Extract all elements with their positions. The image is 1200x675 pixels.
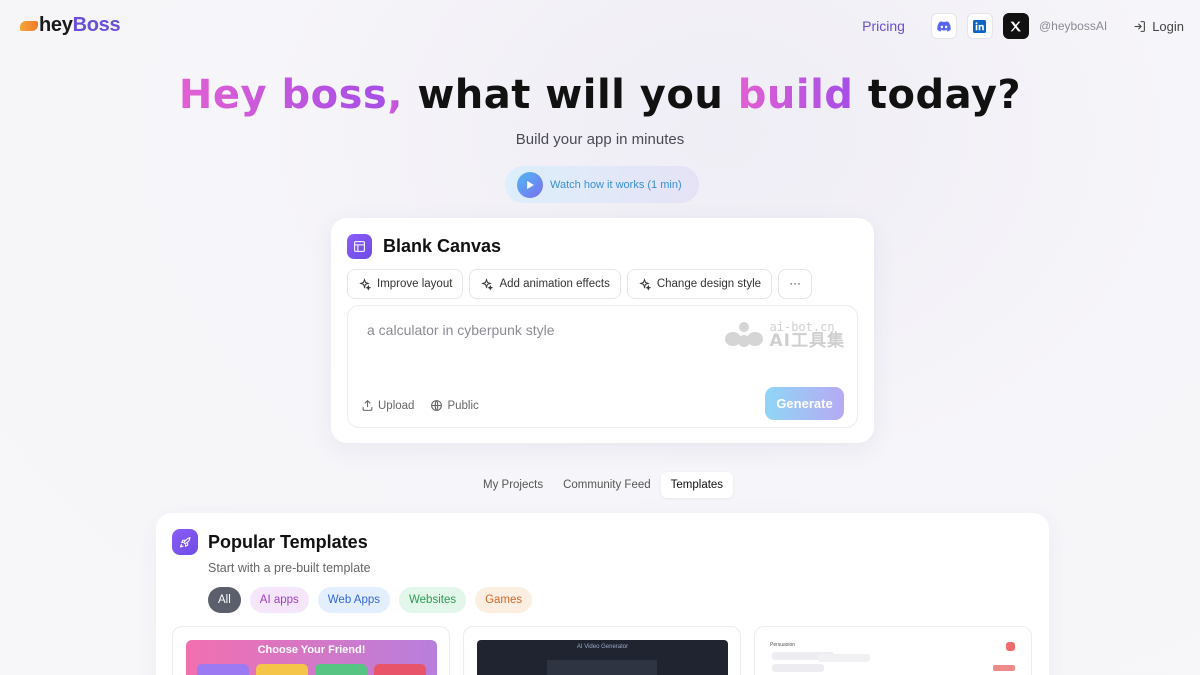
preview-card [197, 664, 249, 675]
discord-icon[interactable] [930, 13, 957, 39]
hero-title-highlight: Hey boss [178, 72, 388, 118]
globe-icon [431, 400, 443, 411]
twitter-handle[interactable]: @heybossAI [1039, 19, 1107, 33]
filter-all[interactable]: All [208, 587, 241, 613]
templates-title: Popular Templates [208, 531, 368, 552]
template-preview: AI Video Generator [477, 640, 728, 675]
upload-label: Upload [378, 399, 415, 412]
generate-button[interactable]: Generate [765, 387, 844, 420]
templates-subtitle: Start with a pre-built template [208, 561, 371, 575]
play-icon [517, 171, 543, 198]
login-label: Login [1152, 18, 1184, 34]
watermark-line2: AI工具集 [769, 331, 845, 351]
filter-games[interactable]: Games [475, 587, 533, 613]
login-button[interactable]: Login [1133, 19, 1184, 34]
tab-templates[interactable]: Templates [660, 472, 734, 498]
watch-video-button[interactable]: Watch how it works (1 min) [505, 166, 699, 203]
tab-community-feed[interactable]: Community Feed [553, 472, 661, 498]
more-options-button[interactable]: ··· [778, 269, 813, 299]
rocket-icon [172, 529, 198, 555]
improve-layout-chip[interactable]: Improve layout [347, 269, 464, 299]
hero-title-build: build [737, 72, 854, 118]
watermark-text: ai-bot.cn AI工具集 [769, 320, 845, 351]
filter-web-apps[interactable]: Web Apps [317, 587, 390, 613]
preview-card [256, 664, 308, 675]
blank-canvas-card: Blank Canvas Improve layout Add animatio… [331, 218, 874, 443]
hero-title-middle: what will you [402, 72, 738, 118]
add-animation-chip[interactable]: Add animation effects [469, 269, 621, 299]
preview-button [993, 665, 1015, 671]
prompt-tools: Upload Public [361, 399, 495, 412]
templates-header: Popular Templates [172, 529, 368, 555]
suggestion-chips: Improve layout Add animation effects Cha… [347, 269, 818, 299]
filter-websites[interactable]: Websites [399, 587, 467, 613]
watermark: ai-bot.cn AI工具集 [724, 320, 845, 351]
preview-line [772, 664, 824, 672]
canvas-header: Blank Canvas [347, 234, 501, 259]
preview-badge [1006, 642, 1015, 651]
watch-video-label: Watch how it works (1 min) [550, 178, 682, 191]
prompt-placeholder: a calculator in cyberpunk style [367, 322, 555, 338]
canvas-title: Blank Canvas [383, 236, 502, 256]
project-tabs: My Projects Community Feed Templates [473, 472, 734, 498]
change-design-style-chip[interactable]: Change design style [626, 269, 773, 299]
hero-title: Hey boss, what will you build today? [0, 72, 1200, 118]
template-preview-title: Choose Your Friend! [257, 644, 366, 656]
popular-templates-section: Popular Templates Start with a pre-built… [156, 513, 1049, 675]
template-card[interactable]: AI Video Generator [463, 626, 741, 675]
sparkle-icon [481, 277, 494, 291]
preview-card [374, 664, 426, 675]
upload-button[interactable]: Upload [361, 399, 414, 412]
upload-icon [362, 399, 373, 411]
watermark-logo-icon [724, 322, 763, 347]
template-card[interactable]: Choose Your Friend! [172, 626, 450, 675]
login-icon [1134, 20, 1146, 32]
layout-icon [347, 234, 372, 259]
template-card[interactable]: Persuasion [754, 626, 1032, 675]
hero-subtitle: Build your app in minutes [515, 131, 685, 148]
preview-bubble [818, 654, 870, 662]
sparkle-icon [359, 277, 371, 291]
filter-ai-apps[interactable]: AI apps [249, 587, 309, 613]
template-preview: Persuasion [768, 640, 1019, 675]
preview-panel [547, 660, 657, 675]
template-preview: Choose Your Friend! [186, 640, 437, 675]
hero-title-end: today? [853, 72, 1022, 118]
chip-label: Improve layout [377, 278, 453, 290]
x-icon[interactable] [1002, 13, 1029, 39]
nav-actions: Pricing @heybossAI Login [862, 12, 1184, 40]
visibility-label: Public [447, 399, 479, 412]
hero-title-comma: , [387, 72, 403, 118]
sparkle-icon [639, 277, 651, 291]
template-thumbnails: Choose Your Friend! AI Video Generator P… [172, 626, 1045, 675]
pricing-link[interactable]: Pricing [862, 18, 905, 34]
heyboss-logo[interactable]: heyBoss [20, 14, 121, 37]
visibility-toggle[interactable]: Public [430, 399, 479, 412]
logo-mark-icon [20, 20, 38, 31]
template-preview-title: Persuasion [770, 642, 796, 648]
top-navbar: heyBoss Pricing @heybossAI Login [0, 0, 1200, 54]
prompt-input[interactable]: a calculator in cyberpunk style ai-bot.c… [347, 305, 858, 428]
template-preview-title: AI Video Generator [576, 644, 629, 650]
chip-label: Add animation effects [499, 278, 610, 290]
preview-card [315, 664, 367, 675]
tab-my-projects[interactable]: My Projects [473, 472, 553, 498]
chip-label: Change design style [656, 278, 762, 290]
linkedin-icon[interactable] [966, 13, 993, 39]
template-filters: All AI apps Web Apps Websites Games [208, 587, 541, 613]
logo-text: heyBoss [39, 14, 121, 36]
